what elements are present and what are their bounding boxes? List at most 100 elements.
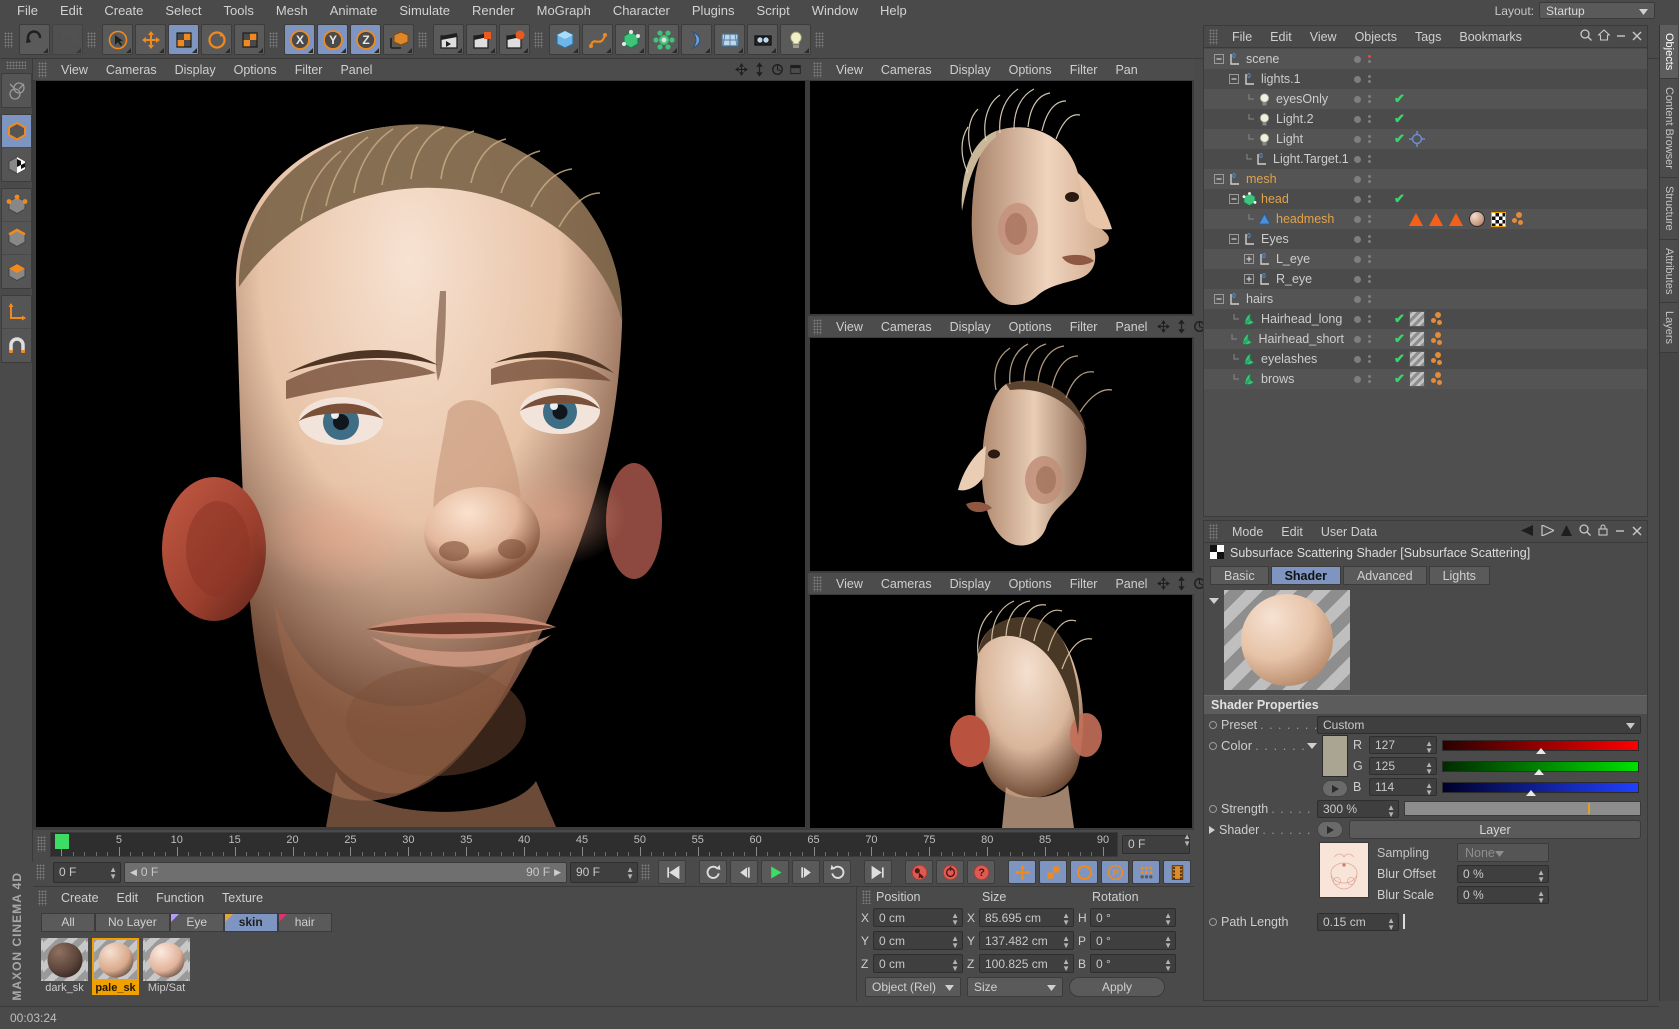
visibility-dot-icon[interactable] xyxy=(1354,196,1361,203)
menu-item-mograph[interactable]: MoGraph xyxy=(526,0,602,21)
transport-grip[interactable] xyxy=(641,864,650,880)
strength-field[interactable]: 300 % ▲▼ xyxy=(1317,800,1399,818)
menu-item-help[interactable]: Help xyxy=(869,0,918,21)
visibility-dot-icon[interactable] xyxy=(1354,316,1361,323)
strength-slider[interactable] xyxy=(1404,801,1641,816)
viewport-menu-display[interactable]: Display xyxy=(166,59,225,81)
stepper-icon[interactable]: ▲▼ xyxy=(1062,958,1070,972)
selection-tag-icon[interactable] xyxy=(1449,213,1463,226)
display-tag-icon[interactable] xyxy=(1431,372,1444,387)
visibility-dots[interactable] xyxy=(1354,235,1388,243)
enabled-check-icon[interactable]: ✔ xyxy=(1394,191,1405,207)
close-icon[interactable] xyxy=(1632,29,1642,44)
slider-knob[interactable] xyxy=(1534,769,1544,775)
object-row[interactable]: Light.2✔ xyxy=(1204,109,1647,129)
visibility-dot-icon[interactable] xyxy=(1354,116,1361,123)
timeline-playhead[interactable] xyxy=(55,834,69,849)
material-dark-sk[interactable]: dark_sk xyxy=(41,938,88,995)
menu-item-render[interactable]: Render xyxy=(461,0,526,21)
enabled-check-icon[interactable]: ✔ xyxy=(1394,131,1405,147)
object-name[interactable]: eyelashes xyxy=(1261,352,1317,366)
object-name[interactable]: Hairhead_long xyxy=(1261,312,1342,326)
collapse-expander-icon[interactable] xyxy=(1212,54,1225,64)
hair-material-tag-icon[interactable] xyxy=(1409,351,1425,367)
forward-arrow-icon[interactable] xyxy=(1541,524,1554,539)
expand-expander-icon[interactable] xyxy=(1242,274,1255,284)
keyframe-toggle-button[interactable] xyxy=(1163,860,1191,884)
material-menu-texture[interactable]: Texture xyxy=(213,887,272,909)
visibility-dot-icon[interactable] xyxy=(1354,336,1361,343)
editor-render-dots-icon[interactable] xyxy=(1368,235,1371,243)
texture-mode[interactable] xyxy=(2,148,31,181)
menu-item-tools[interactable]: Tools xyxy=(213,0,265,21)
viewport-menu-display[interactable]: Display xyxy=(941,573,1000,595)
dolly-view-icon[interactable] xyxy=(1174,319,1189,334)
viewport-menu-options[interactable]: Options xyxy=(1000,316,1061,338)
object-row[interactable]: 0mesh xyxy=(1204,169,1647,189)
back-arrow-icon[interactable] xyxy=(1521,524,1534,539)
menu-item-character[interactable]: Character xyxy=(602,0,681,21)
channel-b-field[interactable]: 114▲▼ xyxy=(1369,778,1437,796)
vertical-tab-attributes[interactable]: Attributes xyxy=(1660,240,1678,303)
attribute-menu-edit[interactable]: Edit xyxy=(1272,521,1312,543)
stepper-icon[interactable]: ▲▼ xyxy=(1164,935,1172,949)
record-position-button[interactable] xyxy=(1008,860,1036,884)
viewport-menu-cameras[interactable]: Cameras xyxy=(872,573,941,595)
visibility-dots[interactable] xyxy=(1354,255,1388,263)
hair-material-tag-icon[interactable] xyxy=(1409,331,1425,347)
menu-item-script[interactable]: Script xyxy=(746,0,801,21)
render-settings-button[interactable] xyxy=(499,24,530,55)
object-menu-edit[interactable]: Edit xyxy=(1261,26,1301,48)
move-view-icon[interactable] xyxy=(1156,319,1171,334)
object-name[interactable]: R_eye xyxy=(1276,272,1312,286)
preset-dropdown[interactable]: Custom xyxy=(1317,716,1641,734)
object-menu-objects[interactable]: Objects xyxy=(1346,26,1406,48)
visibility-dot-icon[interactable] xyxy=(1354,96,1361,103)
object-row[interactable]: head✔ xyxy=(1204,189,1647,209)
object-menu-view[interactable]: View xyxy=(1301,26,1346,48)
viewport-menu-filter[interactable]: Filter xyxy=(286,59,332,81)
rotation-field[interactable]: 0 °▲▼ xyxy=(1090,954,1176,973)
go-to-end-button[interactable] xyxy=(864,860,892,884)
lock-x-axis[interactable]: X xyxy=(284,24,315,55)
color-expand-button[interactable] xyxy=(1322,780,1348,797)
viewport-menu-cameras[interactable]: Cameras xyxy=(97,59,166,81)
viewport-canvas-2[interactable] xyxy=(810,81,1192,314)
object-row[interactable]: 0scene xyxy=(1204,49,1647,69)
move-view-icon[interactable] xyxy=(1156,576,1171,591)
viewport-canvas-main[interactable] xyxy=(36,81,805,827)
viewport-menu-display[interactable]: Display xyxy=(941,316,1000,338)
enabled-check-icon[interactable]: ✔ xyxy=(1394,91,1405,107)
timeline-ruler[interactable]: 051015202530354045505560657075808590 xyxy=(50,832,1118,857)
object-menu-file[interactable]: File xyxy=(1223,26,1261,48)
visibility-dot-icon[interactable] xyxy=(1354,236,1361,243)
stepper-icon[interactable]: ▲▼ xyxy=(1425,782,1433,796)
visibility-dot-icon[interactable] xyxy=(1354,356,1361,363)
collapse-triangle-icon[interactable] xyxy=(1209,598,1219,604)
path-length-field[interactable]: 0.15 cm ▲▼ xyxy=(1317,913,1399,931)
minimize-icon[interactable] xyxy=(1615,524,1625,539)
chevron-down-icon[interactable] xyxy=(1307,743,1317,749)
coordinate-size-dropdown[interactable]: Size xyxy=(967,977,1063,997)
points-mode[interactable] xyxy=(2,189,31,222)
stepper-icon[interactable]: ▲▼ xyxy=(951,935,959,949)
enabled-check-icon[interactable]: ✔ xyxy=(1394,331,1405,347)
rotate-tool[interactable] xyxy=(201,24,232,55)
enable-snap[interactable] xyxy=(2,329,31,362)
visibility-dot-icon[interactable] xyxy=(1354,176,1361,183)
attribute-grip[interactable] xyxy=(1209,524,1218,540)
object-name[interactable]: lights.1 xyxy=(1261,72,1301,86)
model-mode[interactable] xyxy=(2,115,31,148)
visibility-dot-icon[interactable] xyxy=(1354,296,1361,303)
viewport-menu-view[interactable]: View xyxy=(52,59,97,81)
object-row[interactable]: headmesh xyxy=(1204,209,1647,229)
stepper-icon[interactable]: ▲▼ xyxy=(1183,833,1191,847)
coordinate-grip[interactable] xyxy=(862,890,871,904)
channel-r-field[interactable]: 127▲▼ xyxy=(1369,736,1437,754)
editor-render-dots-icon[interactable] xyxy=(1368,115,1371,123)
move-tool[interactable] xyxy=(135,24,166,55)
range-left-handle-icon[interactable]: ◀ xyxy=(130,867,137,878)
slider-knob[interactable] xyxy=(1526,790,1536,796)
viewport-menu-cameras[interactable]: Cameras xyxy=(872,316,941,338)
object-row[interactable]: 0Light.Target.1 xyxy=(1204,149,1647,169)
